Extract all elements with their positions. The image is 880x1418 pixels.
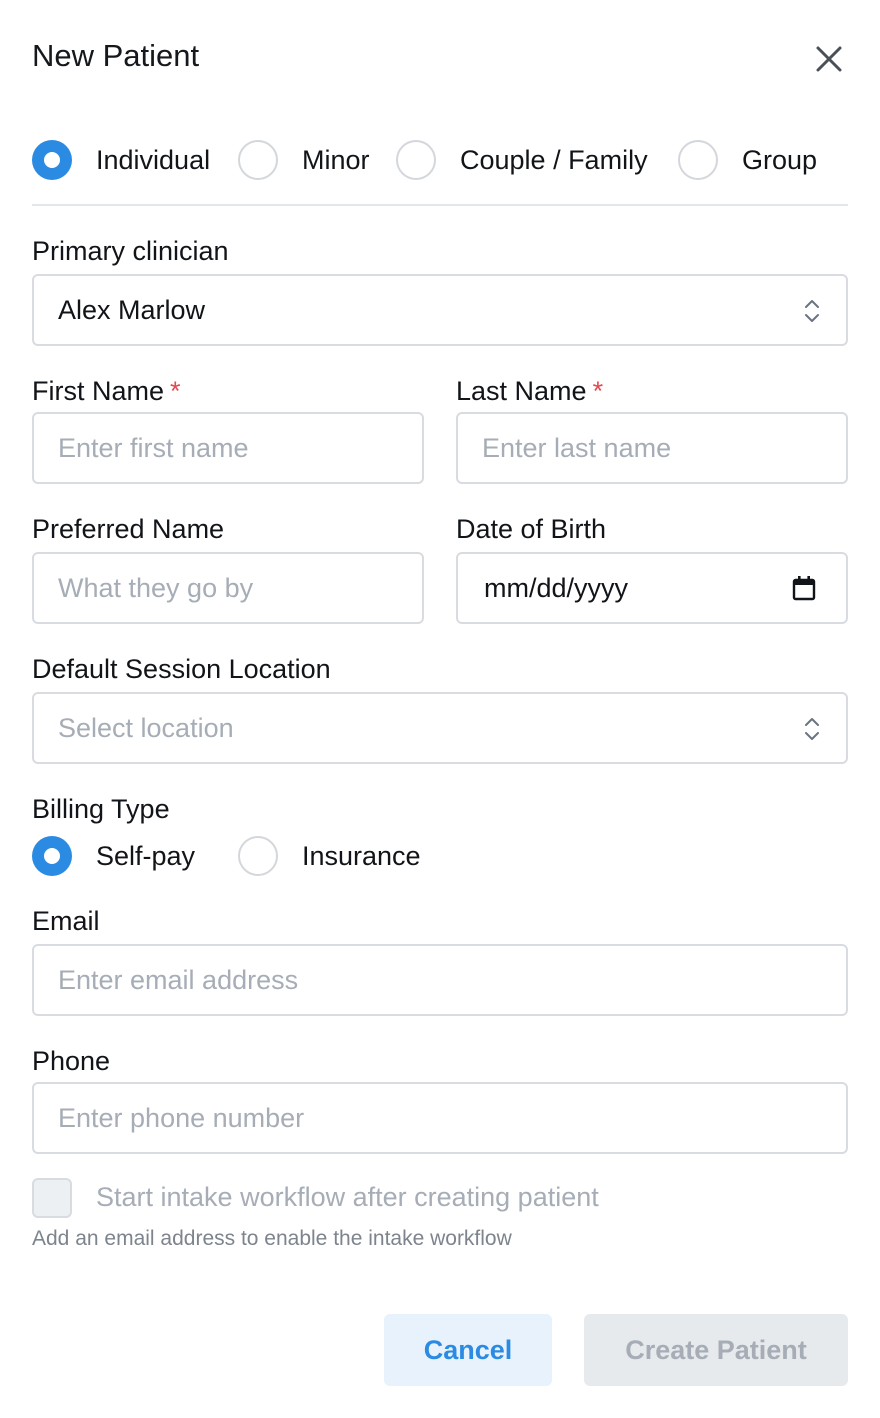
create-patient-button[interactable]: Create Patient [584,1314,848,1386]
radio-label: Minor [302,144,370,175]
new-patient-dialog: New Patient Individual Minor Couple / Fa… [0,0,880,1418]
radio-indicator [32,140,72,180]
patient-type-couple-family-radio[interactable]: Couple / Family [396,140,648,180]
preferred-name-label: Preferred Name [32,514,225,544]
session-location-select[interactable]: Select location [32,692,848,764]
primary-clinician-select[interactable]: Alex Marlow [32,274,848,346]
patient-type-individual-radio[interactable]: Individual [32,140,210,180]
patient-type-minor-radio[interactable]: Minor [238,140,370,180]
close-icon [816,46,842,72]
session-location-label: Default Session Location [32,654,331,684]
radio-label: Group [742,144,818,175]
radio-label: Self-pay [96,840,196,871]
intake-workflow-label: Start intake workflow after creating pat… [96,1182,599,1212]
radio-indicator [238,140,278,180]
required-mark: * [592,376,604,406]
preferred-name-input[interactable] [32,552,424,624]
first-name-input[interactable] [32,412,424,484]
radio-indicator [396,140,436,180]
radio-label: Individual [96,144,211,175]
calendar-icon[interactable] [792,575,816,601]
last-name-input[interactable] [456,412,848,484]
phone-label: Phone [32,1046,111,1076]
billing-type-label: Billing Type [32,794,170,824]
radio-indicator [32,836,72,876]
required-mark: * [170,376,181,406]
first-name-label: First Name * [32,376,181,407]
email-label: Email [32,906,100,936]
billing-insurance-radio[interactable]: Insurance [238,836,421,876]
close-button[interactable] [812,42,846,76]
dialog-title: New Patient [32,38,200,73]
radio-label: Couple / Family [460,144,648,175]
select-arrows-icon [804,298,820,324]
cancel-button[interactable]: Cancel [384,1314,552,1386]
first-name-label-text: First Name [32,376,165,406]
email-input[interactable] [32,944,848,1016]
last-name-label-text: Last Name [456,376,587,406]
primary-clinician-value: Alex Marlow [58,294,206,325]
select-arrows-icon [804,716,820,742]
primary-clinician-label: Primary clinician [32,236,229,266]
session-location-placeholder: Select location [58,712,234,743]
date-of-birth-input[interactable]: mm/dd/yyyy [456,552,848,624]
patient-type-group-radio[interactable]: Group [678,140,817,180]
radio-indicator [238,836,278,876]
radio-label: Insurance [302,840,421,871]
divider [32,204,848,206]
last-name-label: Last Name * [456,376,603,407]
radio-indicator [678,140,718,180]
date-of-birth-label: Date of Birth [456,514,607,544]
intake-workflow-hint: Add an email address to enable the intak… [32,1227,512,1250]
intake-workflow-checkbox[interactable] [32,1178,72,1218]
phone-input[interactable] [32,1082,848,1154]
date-of-birth-value: mm/dd/yyyy [484,572,629,603]
billing-self-pay-radio[interactable]: Self-pay [32,836,195,876]
